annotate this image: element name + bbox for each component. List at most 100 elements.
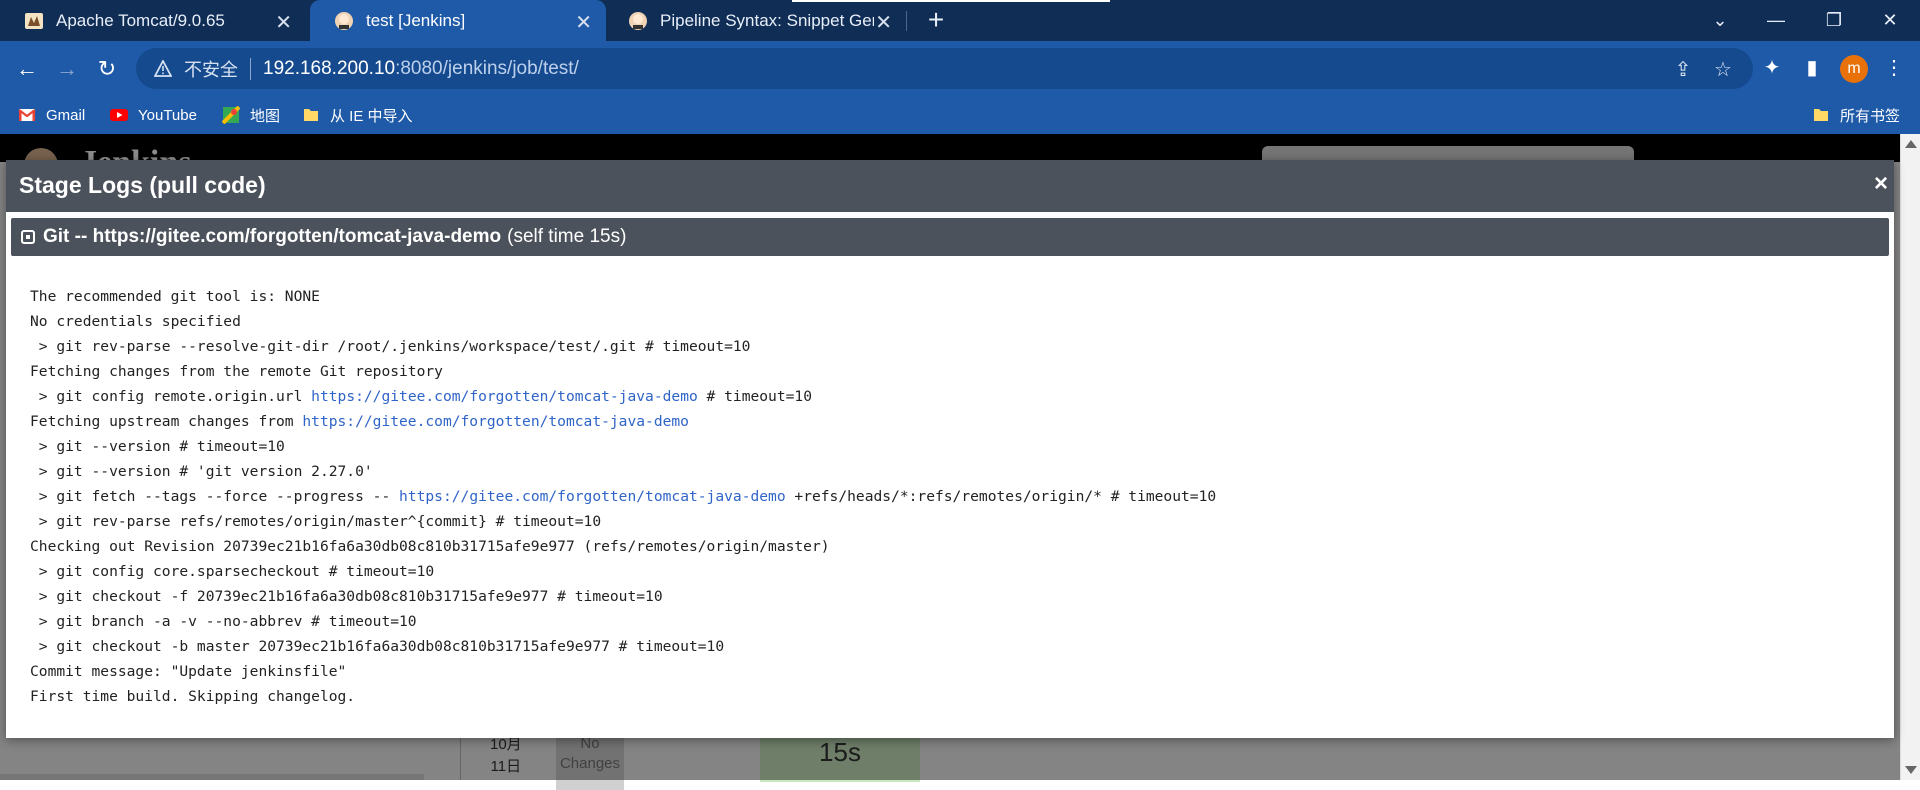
log-line: Fetching upstream changes from https://g…: [30, 409, 1870, 434]
reload-button[interactable]: ↻: [92, 54, 122, 84]
log-text: > git branch -a -v --no-abbrev # timeout…: [30, 613, 417, 630]
log-step-header[interactable]: Git -- https://gitee.com/forgotten/tomca…: [11, 218, 1889, 256]
tab-close-icon[interactable]: ✕: [575, 10, 592, 35]
arrow-left-icon: ←: [16, 56, 38, 81]
log-text: > git fetch --tags --force --progress --: [30, 488, 400, 505]
folder-icon: [1814, 109, 1828, 121]
address-divider: [250, 57, 251, 80]
bookmark-label: Gmail: [46, 106, 86, 124]
log-line: The recommended git tool is: NONE: [30, 284, 1870, 309]
dialog-header: Stage Logs (pull code) ×: [6, 160, 1894, 212]
repo-link[interactable]: https://gitee.com/forgotten/tomcat-java-…: [302, 413, 689, 430]
youtube-icon: [110, 109, 128, 121]
log-line: > git --version # timeout=10: [30, 434, 1870, 459]
log-line: > git config core.sparsecheckout # timeo…: [30, 559, 1870, 584]
log-line: > git checkout -b master 20739ec21b16fa6…: [30, 634, 1870, 659]
collapse-icon[interactable]: [21, 230, 35, 244]
gmail-icon: [18, 109, 36, 121]
restore-button[interactable]: ❐: [1806, 0, 1862, 41]
tab-title: test [Jenkins]: [366, 10, 466, 30]
tab-close-icon[interactable]: ✕: [275, 10, 292, 35]
log-line: First time build. Skipping changelog.: [30, 684, 1870, 709]
log-text: +refs/heads/*:refs/remotes/origin/* # ti…: [785, 488, 1217, 505]
tab-separator: [906, 11, 907, 31]
maps-icon: [222, 106, 240, 124]
step-self-time: (self time 15s): [507, 226, 627, 247]
tomcat-icon: [25, 12, 43, 29]
log-text: > git rev-parse --resolve-git-dir /root/…: [30, 338, 751, 355]
log-text: First time build. Skipping changelog.: [30, 688, 356, 705]
url-host: 192.168.200.10: [263, 57, 396, 79]
log-line: > git checkout -f 20739ec21b16fa6a30db08…: [30, 584, 1870, 609]
log-text: > git --version # timeout=10: [30, 438, 285, 455]
bookmark-label: 地图: [250, 107, 281, 125]
tab-test-jenkins[interactable]: test [Jenkins] ✕: [310, 0, 606, 41]
tab-close-icon[interactable]: ✕: [875, 10, 892, 35]
warning-icon: [154, 59, 172, 77]
bookmark-gmail[interactable]: Gmail: [18, 96, 85, 134]
repo-link[interactable]: https://gitee.com/forgotten/tomcat-java-…: [399, 488, 786, 505]
folder-icon: [304, 109, 318, 121]
profile-avatar[interactable]: m: [1840, 55, 1868, 83]
jenkins-icon: [335, 11, 353, 30]
jenkins-icon: [629, 11, 647, 30]
bookmark-label: 从 IE 中导入: [330, 107, 413, 125]
log-text: Fetching changes from the remote Git rep…: [30, 363, 443, 380]
minimize-button[interactable]: —: [1748, 0, 1804, 41]
log-text: The recommended git tool is: NONE: [30, 288, 320, 305]
dialog-title: Stage Logs (pull code): [19, 172, 266, 198]
bookmark-ie-import[interactable]: 从 IE 中导入: [302, 96, 413, 134]
log-line: > git rev-parse refs/remotes/origin/mast…: [30, 509, 1870, 534]
tab-title: Apache Tomcat/9.0.65: [56, 10, 225, 30]
tab-title: Pipeline Syntax: Snippet Gene: [660, 10, 874, 30]
step-name: Git -- https://gitee.com/forgotten/tomca…: [43, 226, 502, 247]
browser-tab-strip: Apache Tomcat/9.0.65 ✕ test [Jenkins] ✕ …: [0, 0, 1920, 41]
menu-dots-icon[interactable]: ⋮: [1880, 54, 1908, 82]
log-text: Fetching upstream changes from: [30, 413, 303, 430]
share-icon[interactable]: ⇪: [1672, 59, 1694, 81]
log-text: > git config core.sparsecheckout # timeo…: [30, 563, 435, 580]
tab-highlight-line: [792, 0, 1110, 2]
log-text: Commit message: "Update jenkinsfile": [30, 663, 347, 680]
bookmark-maps[interactable]: 地图: [222, 96, 280, 134]
extensions-icon[interactable]: ✦: [1758, 54, 1786, 82]
log-line: Commit message: "Update jenkinsfile": [30, 659, 1870, 684]
log-text: > git checkout -f 20739ec21b16fa6a30db08…: [30, 588, 663, 605]
forward-button[interactable]: →: [52, 54, 82, 84]
bookmarks-bar: Gmail YouTube 地图 从 IE 中导入 所有书签: [0, 96, 1920, 134]
log-line: > git config remote.origin.url https://g…: [30, 384, 1870, 409]
tab-pipeline-syntax[interactable]: Pipeline Syntax: Snippet Gene ✕: [604, 0, 906, 41]
log-text: # timeout=10: [697, 388, 812, 405]
log-text: > git --version # 'git version 2.27.0': [30, 463, 373, 480]
side-panel-icon[interactable]: ▮: [1798, 54, 1826, 82]
tab-apache-tomcat[interactable]: Apache Tomcat/9.0.65 ✕: [0, 0, 306, 41]
log-text: > git rev-parse refs/remotes/origin/mast…: [30, 513, 602, 530]
new-tab-button[interactable]: +: [922, 6, 950, 34]
log-line: > git branch -a -v --no-abbrev # timeout…: [30, 609, 1870, 634]
all-bookmarks-label: 所有书签: [1840, 107, 1901, 125]
back-button[interactable]: ←: [12, 54, 42, 84]
log-text: > git config remote.origin.url: [30, 388, 312, 405]
bookmark-label: YouTube: [138, 106, 197, 124]
log-line: Fetching changes from the remote Git rep…: [30, 359, 1870, 384]
all-bookmarks[interactable]: 所有书签: [1812, 96, 1900, 134]
tab-search-button[interactable]: ⌄: [1692, 0, 1748, 41]
security-status[interactable]: 不安全: [184, 56, 238, 82]
log-line: > git rev-parse --resolve-git-dir /root/…: [30, 334, 1870, 359]
browser-toolbar: ← → ↻ 不安全 192.168.200.10 :8080/jenkins/j…: [0, 41, 1920, 96]
stage-logs-dialog: Stage Logs (pull code) × Git -- https://…: [6, 160, 1894, 738]
repo-link[interactable]: https://gitee.com/forgotten/tomcat-java-…: [311, 388, 698, 405]
page-scrollbar[interactable]: [1900, 134, 1920, 780]
window-close-button[interactable]: ✕: [1862, 0, 1918, 41]
address-bar[interactable]: 不安全 192.168.200.10 :8080/jenkins/job/tes…: [136, 48, 1753, 89]
dialog-close-button[interactable]: ×: [1874, 172, 1888, 196]
scroll-up-icon[interactable]: [1905, 140, 1917, 148]
scroll-down-icon[interactable]: [1905, 766, 1917, 774]
console-log: The recommended git tool is: NONE No cred…: [30, 284, 1870, 709]
log-line: > git fetch --tags --force --progress --…: [30, 484, 1870, 509]
bookmark-youtube[interactable]: YouTube: [110, 96, 197, 134]
reload-icon: ↻: [97, 56, 117, 81]
log-text: No credentials specified: [30, 313, 241, 330]
log-line: Checking out Revision 20739ec21b16fa6a30…: [30, 534, 1870, 559]
bookmark-star-icon[interactable]: ☆: [1712, 59, 1734, 81]
